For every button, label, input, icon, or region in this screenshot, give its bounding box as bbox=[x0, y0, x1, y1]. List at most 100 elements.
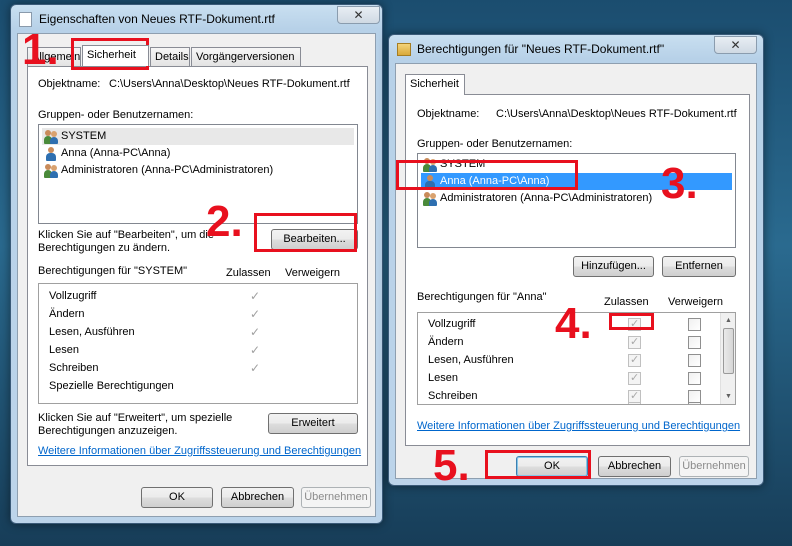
perm-row-spezielle: Spezielle Berechtigungen bbox=[49, 377, 174, 395]
tab-vorgaengerversionen[interactable]: Vorgängerversionen bbox=[191, 47, 301, 66]
user-icon bbox=[44, 147, 58, 161]
allow-checkbox[interactable] bbox=[628, 353, 641, 367]
info-link[interactable]: Weitere Informationen über Zugriffssteue… bbox=[38, 445, 361, 457]
perm-name: Ändern bbox=[49, 308, 85, 320]
groups-label: Gruppen- oder Benutzernamen: bbox=[38, 109, 194, 121]
deny-column-header: Verweigern bbox=[668, 296, 724, 308]
properties-titlebar[interactable]: Eigenschaften von Neues RTF-Dokument.rtf… bbox=[11, 5, 382, 33]
object-name-value: C:\Users\Anna\Desktop\Neues RTF-Dokument… bbox=[496, 108, 737, 120]
group-icon bbox=[44, 130, 58, 144]
group-item-administratoren[interactable]: Administratoren (Anna-PC\Administratoren… bbox=[42, 162, 354, 179]
annotation-box-allow-checkbox bbox=[609, 313, 654, 330]
permissions-scrollbar[interactable]: ▲ ▼ bbox=[720, 313, 735, 404]
scroll-up-icon[interactable]: ▲ bbox=[721, 313, 735, 328]
group-item-label: Anna (Anna-PC\Anna) bbox=[61, 147, 171, 159]
allow-checkbox[interactable] bbox=[628, 401, 641, 404]
perm-name: Vollzugriff bbox=[428, 318, 476, 330]
scroll-down-icon[interactable]: ▼ bbox=[721, 389, 735, 404]
remove-button[interactable]: Entfernen bbox=[662, 256, 736, 277]
group-icon bbox=[44, 164, 58, 178]
annotation-box-edit-button bbox=[254, 213, 357, 252]
perm-name: Lesen bbox=[428, 372, 458, 384]
annotation-number-2: 2. bbox=[206, 197, 243, 246]
properties-dialog: Eigenschaften von Neues RTF-Dokument.rtf… bbox=[10, 4, 383, 524]
perm-row-lesen: Lesen bbox=[428, 369, 458, 387]
group-item-system[interactable]: SYSTEM bbox=[42, 128, 354, 145]
group-item-label: SYSTEM bbox=[61, 130, 107, 142]
allow-check-icon: ✓ bbox=[250, 307, 261, 321]
advanced-button[interactable]: Erweitert bbox=[268, 413, 358, 434]
perm-name: Lesen, Ausführen bbox=[49, 326, 135, 338]
annotation-box-ok-button bbox=[485, 450, 591, 479]
allow-check-icon: ✓ bbox=[250, 343, 261, 357]
allow-check-icon: ✓ bbox=[250, 325, 261, 339]
perm-row-schreiben: Schreiben bbox=[49, 359, 99, 377]
object-name-value: C:\Users\Anna\Desktop\Neues RTF-Dokument… bbox=[109, 78, 350, 90]
tab-details[interactable]: Details bbox=[150, 47, 190, 66]
deny-checkbox[interactable] bbox=[688, 372, 701, 385]
perm-row-lesen-ausfuehren: Lesen, Ausführen bbox=[49, 323, 135, 341]
allow-check-icon: ✓ bbox=[250, 361, 261, 375]
tab-sicherheit[interactable]: Sicherheit bbox=[82, 45, 149, 66]
object-name-label: Objektname: bbox=[38, 78, 101, 90]
security-tab-panel: Objektname: C:\Users\Anna\Desktop\Neues … bbox=[27, 66, 368, 466]
deny-checkbox[interactable] bbox=[688, 336, 701, 349]
cancel-button[interactable]: Abbrechen bbox=[598, 456, 671, 477]
perm-name: Ändern bbox=[428, 336, 464, 348]
tab-sicherheit[interactable]: Sicherheit bbox=[405, 74, 465, 95]
group-icon bbox=[423, 192, 437, 206]
ok-button[interactable]: OK bbox=[141, 487, 213, 508]
properties-client: Allgemein Sicherheit Details Vorgängerve… bbox=[17, 33, 376, 517]
groups-label: Gruppen- oder Benutzernamen: bbox=[417, 138, 573, 150]
deny-checkbox[interactable] bbox=[688, 402, 701, 404]
allow-column-header: Zulassen bbox=[604, 296, 649, 308]
perm-row-vollzugriff: Vollzugriff bbox=[49, 287, 97, 305]
deny-checkbox[interactable] bbox=[688, 354, 701, 367]
properties-close-button[interactable]: ✕ bbox=[337, 6, 380, 24]
add-button[interactable]: Hinzufügen... bbox=[573, 256, 654, 277]
allow-checkbox[interactable] bbox=[628, 335, 641, 349]
advanced-hint-line2: Berechtigungen anzuzeigen. bbox=[38, 425, 178, 437]
permissions-titlebar[interactable]: Berechtigungen für "Neues RTF-Dokument.r… bbox=[389, 35, 763, 63]
properties-title: Eigenschaften von Neues RTF-Dokument.rtf bbox=[39, 12, 275, 26]
permissions-title: Berechtigungen für "Neues RTF-Dokument.r… bbox=[417, 42, 665, 56]
annotation-box-anna-item bbox=[396, 160, 578, 190]
group-item-anna[interactable]: Anna (Anna-PC\Anna) bbox=[42, 145, 354, 162]
perm-row-aendern: Ändern bbox=[49, 305, 84, 323]
edit-hint-line1: Klicken Sie auf "Bearbeiten", um die bbox=[38, 229, 214, 241]
permissions-for-label: Berechtigungen für "SYSTEM" bbox=[38, 265, 188, 277]
permissions-for-label: Berechtigungen für "Anna" bbox=[417, 291, 547, 303]
scroll-thumb[interactable] bbox=[723, 328, 734, 374]
perm-name: Schreiben bbox=[428, 390, 478, 402]
allow-check-icon: ✓ bbox=[250, 289, 261, 303]
apply-button[interactable]: Übernehmen bbox=[301, 487, 371, 508]
security-tab-panel: Objektname: C:\Users\Anna\Desktop\Neues … bbox=[405, 94, 750, 446]
groups-listbox[interactable]: SYSTEM Anna (Anna-PC\Anna) Administrator… bbox=[38, 124, 358, 224]
folder-icon bbox=[397, 43, 411, 56]
annotation-number-3: 3. bbox=[661, 159, 698, 208]
perm-row-lesen-ausfuehren: Lesen, Ausführen bbox=[428, 351, 514, 369]
perm-name: Lesen, Ausführen bbox=[428, 354, 514, 366]
perm-name: Lesen bbox=[49, 344, 79, 356]
perm-name: Vollzugriff bbox=[49, 290, 97, 302]
cancel-button[interactable]: Abbrechen bbox=[221, 487, 294, 508]
allow-column-header: Zulassen bbox=[226, 267, 271, 279]
apply-button[interactable]: Übernehmen bbox=[679, 456, 749, 477]
perm-row-lesen: Lesen bbox=[49, 341, 79, 359]
perm-row-vollzugriff: Vollzugriff bbox=[428, 315, 476, 333]
edit-hint-line2: Berechtigungen zu ändern. bbox=[38, 242, 171, 254]
annotation-number-1: 1. bbox=[22, 25, 59, 74]
deny-checkbox[interactable] bbox=[688, 318, 701, 331]
group-item-label: Administratoren (Anna-PC\Administratoren… bbox=[440, 192, 653, 204]
deny-column-header: Verweigern bbox=[285, 267, 341, 279]
group-item-label: Administratoren (Anna-PC\Administratoren… bbox=[61, 164, 274, 176]
object-name-label: Objektname: bbox=[417, 108, 480, 120]
perm-name: Spezielle Berechtigungen bbox=[49, 380, 174, 392]
permissions-client: Sicherheit Objektname: C:\Users\Anna\Des… bbox=[395, 63, 757, 479]
allow-checkbox[interactable] bbox=[628, 371, 641, 385]
permissions-close-button[interactable]: ✕ bbox=[714, 36, 757, 54]
annotation-number-5: 5. bbox=[433, 441, 470, 490]
perm-row-aendern: Ändern bbox=[428, 333, 463, 351]
permissions-list: Vollzugriff ✓ Ändern ✓ Lesen, Ausführen … bbox=[38, 283, 358, 404]
info-link[interactable]: Weitere Informationen über Zugriffssteue… bbox=[417, 420, 740, 432]
